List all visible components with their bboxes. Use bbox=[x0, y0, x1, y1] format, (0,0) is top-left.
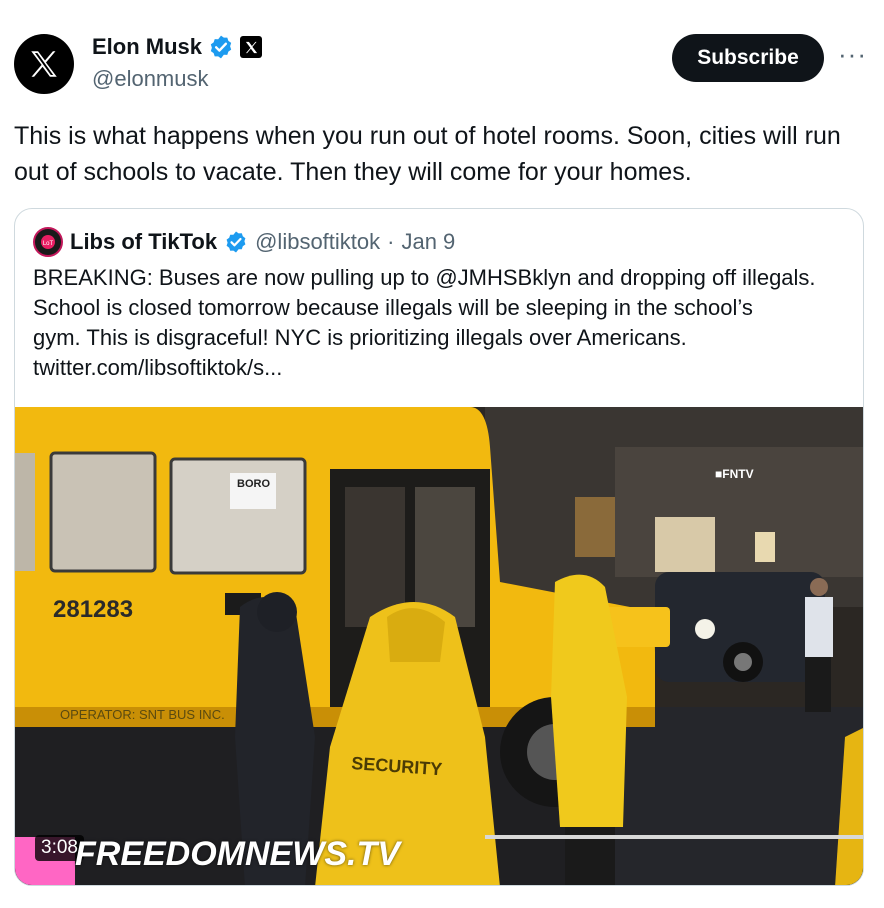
quoted-text-line: School is closed tomorrow because illega… bbox=[33, 295, 753, 320]
quoted-header: LoT Libs of TikTok @libsoftiktok · Jan 9 bbox=[33, 227, 455, 257]
x-affiliation-icon bbox=[240, 36, 263, 58]
x-logo-icon bbox=[31, 51, 57, 77]
author-name[interactable]: Elon Musk bbox=[92, 34, 202, 60]
verified-badge-icon bbox=[210, 35, 232, 59]
quoted-text-line: gym. This is disgraceful! NYC is priorit… bbox=[33, 325, 687, 350]
quoted-author-name[interactable]: Libs of TikTok bbox=[70, 229, 217, 255]
video-player[interactable]: 281283 BORO OPERATOR: SNT BUS INC. SECUR… bbox=[15, 407, 863, 885]
quoted-link[interactable]: twitter.com/libsoftiktok/s... bbox=[33, 353, 853, 383]
svg-text:LoT: LoT bbox=[43, 241, 54, 247]
quoted-tweet[interactable]: LoT Libs of TikTok @libsoftiktok · Jan 9… bbox=[14, 208, 864, 886]
quoted-text-line: BREAKING: Buses are now pulling up to @J… bbox=[33, 265, 816, 290]
fntv-tag: ■FNTV bbox=[715, 467, 754, 481]
quoted-avatar[interactable]: LoT bbox=[33, 227, 63, 257]
bus-operator-text: OPERATOR: SNT BUS INC. bbox=[60, 707, 225, 722]
tweet-text: This is what happens when you run out of… bbox=[14, 122, 841, 186]
bus-number-text: 281283 bbox=[53, 596, 133, 623]
quoted-author-handle[interactable]: @libsoftiktok bbox=[255, 229, 380, 255]
video-watermark: FREEDOMNEWS.TV bbox=[75, 835, 400, 873]
more-options-icon[interactable]: ··· bbox=[838, 41, 867, 67]
author-avatar[interactable] bbox=[14, 34, 74, 94]
quoted-date[interactable]: Jan 9 bbox=[401, 229, 455, 255]
separator-dot: · bbox=[387, 229, 395, 254]
verified-badge-icon bbox=[226, 231, 246, 253]
author-handle[interactable]: @elonmusk bbox=[92, 66, 209, 92]
subscribe-button[interactable]: Subscribe bbox=[672, 34, 824, 82]
author-name-row: Elon Musk bbox=[92, 34, 263, 60]
quoted-text: BREAKING: Buses are now pulling up to @J… bbox=[33, 263, 853, 383]
bus-sign-text: BORO bbox=[237, 478, 270, 490]
